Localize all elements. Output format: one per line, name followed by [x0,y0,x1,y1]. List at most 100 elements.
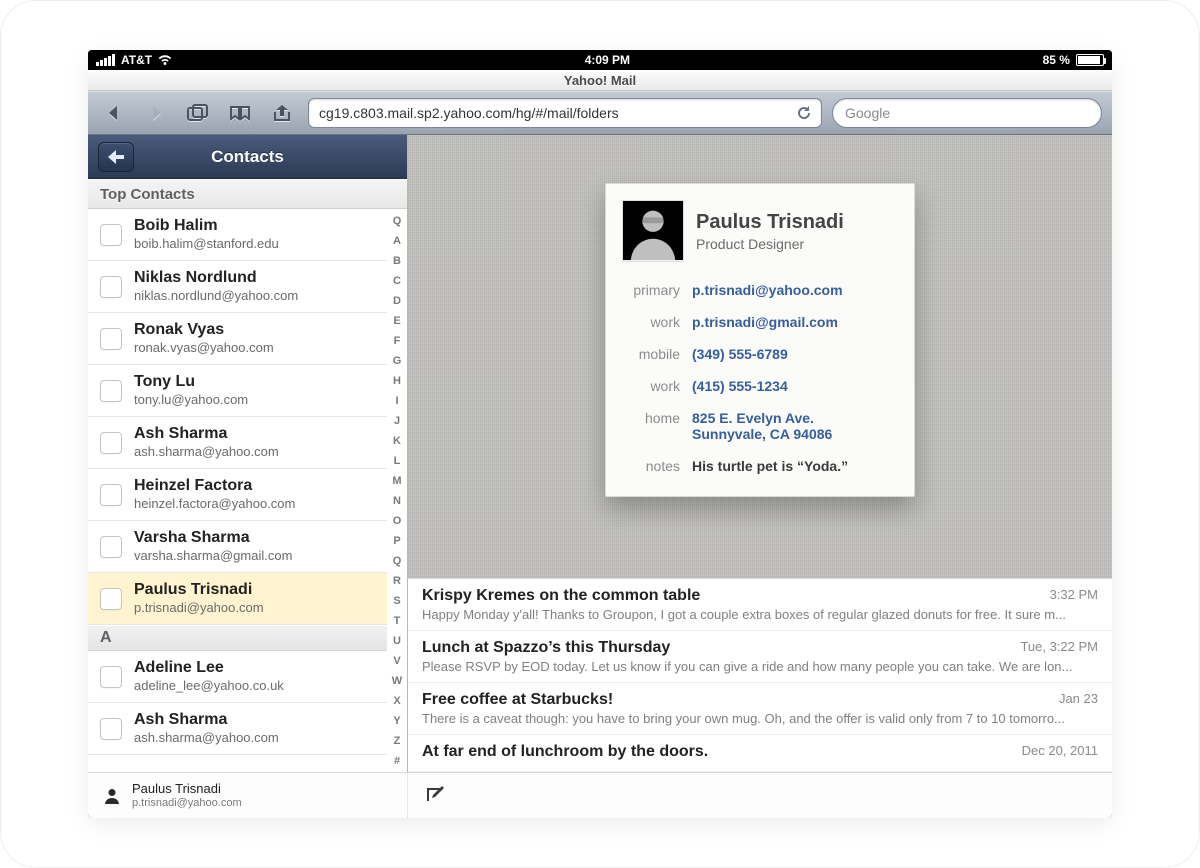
contact-name: Tony Lu [134,373,248,391]
checkbox[interactable] [100,224,122,246]
notes-text: His turtle pet is “Yoda.” [692,458,898,474]
back-button[interactable] [98,99,130,127]
url-field[interactable]: cg19.c803.mail.sp2.yahoo.com/hg/#/mail/f… [308,98,822,128]
compose-button[interactable] [422,782,450,810]
search-field[interactable]: Google [832,98,1102,128]
home-address[interactable]: 825 E. Evelyn Ave.Sunnyvale, CA 94086 [692,410,898,442]
checkbox[interactable] [100,328,122,350]
index-letter[interactable]: T [394,611,401,631]
contact-row[interactable]: Niklas Nordlund niklas.nordlund@yahoo.com [88,261,387,313]
index-letter[interactable]: B [393,251,401,271]
index-letter[interactable]: Q [393,211,402,231]
email-row[interactable]: Lunch at Spazzo’s this ThursdayTue, 3:22… [408,631,1112,683]
checkbox[interactable] [100,666,122,688]
index-letter[interactable]: F [394,331,401,351]
contact-name: Ash Sharma [134,425,279,443]
index-letter[interactable]: Y [393,711,400,731]
device-frame: AT&T 4:09 PM 85 % Yahoo! Mail cg19.c803.… [0,0,1200,868]
checkbox[interactable] [100,536,122,558]
label-home: home [622,410,680,442]
contact-email: adeline_lee@yahoo.co.uk [134,679,284,694]
contact-row[interactable]: Tony Lutony.lu@yahoo.com [88,365,387,417]
forward-button[interactable] [140,99,172,127]
email-row[interactable]: Free coffee at Starbucks!Jan 23There is … [408,683,1112,735]
email-preview: Please RSVP by EOD today. Let us know if… [422,659,1098,674]
contact-email: ronak.vyas@yahoo.com [134,341,274,356]
index-letter[interactable]: M [392,471,401,491]
contact-name: Niklas Nordlund [134,269,298,287]
screen: AT&T 4:09 PM 85 % Yahoo! Mail cg19.c803.… [88,50,1112,818]
checkbox[interactable] [100,276,122,298]
current-user[interactable]: Paulus Trisnadi p.trisnadi@yahoo.com [88,773,408,818]
contact-row[interactable]: Boib Halimboib.halim@stanford.edu [88,209,387,261]
index-letter[interactable]: R [393,571,401,591]
reload-button[interactable] [793,102,815,124]
contact-email: ash.sharma@yahoo.com [134,731,279,746]
contact-name: Adeline Lee [134,659,284,677]
contact-row[interactable]: Ronak Vyasronak.vyas@yahoo.com [88,313,387,365]
user-silhouette-icon [102,786,122,806]
index-letter[interactable]: S [393,591,400,611]
index-letter[interactable]: # [394,751,400,771]
tabs-button[interactable] [182,99,214,127]
index-letter[interactable]: G [393,351,402,371]
email-preview: There is a caveat though: you have to br… [422,711,1098,726]
index-letter[interactable]: Q [393,551,402,571]
index-letter[interactable]: K [393,431,401,451]
contact-row[interactable]: Ash Sharmaash.sharma@yahoo.com [88,703,387,755]
app-body: Contacts Top Contacts Boib Halimboib.hal… [88,135,1112,772]
contact-row[interactable]: Heinzel Factoraheinzel.factora@yahoo.com [88,469,387,521]
contact-row[interactable]: Varsha Sharma varsha.sharma@gmail.com [88,521,387,573]
index-letter[interactable]: A [393,231,401,251]
index-letter[interactable]: W [392,671,402,691]
checkbox[interactable] [100,718,122,740]
nav-back-button[interactable] [98,142,134,172]
share-button[interactable] [266,99,298,127]
email-time: Jan 23 [1059,691,1098,706]
index-letter[interactable]: N [393,491,401,511]
index-letter[interactable]: J [394,411,400,431]
bottom-bar: Paulus Trisnadi p.trisnadi@yahoo.com [88,772,1112,818]
work-email[interactable]: p.trisnadi@gmail.com [692,314,898,330]
checkbox[interactable] [100,432,122,454]
checkbox[interactable] [100,588,122,610]
mobile-phone[interactable]: (349) 555-6789 [692,346,898,362]
index-letter[interactable]: I [395,391,398,411]
contact-email: ash.sharma@yahoo.com [134,445,279,460]
browser-toolbar: cg19.c803.mail.sp2.yahoo.com/hg/#/mail/f… [88,91,1112,135]
contact-row[interactable]: Ash Sharma ash.sharma@yahoo.com [88,417,387,469]
avatar [622,200,684,262]
checkbox[interactable] [100,380,122,402]
contact-email: varsha.sharma@gmail.com [134,549,292,564]
index-letter[interactable]: L [394,451,401,471]
index-letter[interactable]: H [393,371,401,391]
email-subject: Krispy Kremes on the common table [422,587,1098,605]
top-contacts-header: Top Contacts [88,179,407,209]
contact-name: Varsha Sharma [134,529,292,547]
contact-row[interactable]: Paulus Trisnadip.trisnadi@yahoo.com [88,573,387,625]
index-letter[interactable]: V [393,651,400,671]
contacts-list[interactable]: Boib Halimboib.halim@stanford.eduNiklas … [88,209,407,772]
email-row[interactable]: At far end of lunchroom by the doors.Dec… [408,735,1112,772]
index-letter[interactable]: O [393,511,402,531]
checkbox[interactable] [100,484,122,506]
index-letter[interactable]: X [393,691,400,711]
index-letter[interactable]: C [393,271,401,291]
index-letter[interactable]: Z [394,731,401,751]
primary-email[interactable]: p.trisnadi@yahoo.com [692,282,898,298]
email-row[interactable]: Krispy Kremes on the common table3:32 PM… [408,579,1112,631]
index-letter[interactable]: U [393,631,401,651]
index-letter[interactable]: E [393,311,400,331]
work-phone[interactable]: (415) 555-1234 [692,378,898,394]
current-user-name: Paulus Trisnadi [132,782,242,796]
contact-email: niklas.nordlund@yahoo.com [134,289,298,304]
bookmarks-button[interactable] [224,99,256,127]
carrier-label: AT&T [121,53,152,67]
index-letter[interactable]: D [393,291,401,311]
contact-name: Heinzel Factora [134,477,295,495]
contact-row[interactable]: Adeline Lee adeline_lee@yahoo.co.uk [88,651,387,703]
status-bar: AT&T 4:09 PM 85 % [88,50,1112,70]
index-letter[interactable]: P [393,531,400,551]
alpha-index[interactable]: QABCDEFGHIJKLMNOPQRSTUVWXYZ# [389,209,405,772]
current-user-email: p.trisnadi@yahoo.com [132,797,242,809]
